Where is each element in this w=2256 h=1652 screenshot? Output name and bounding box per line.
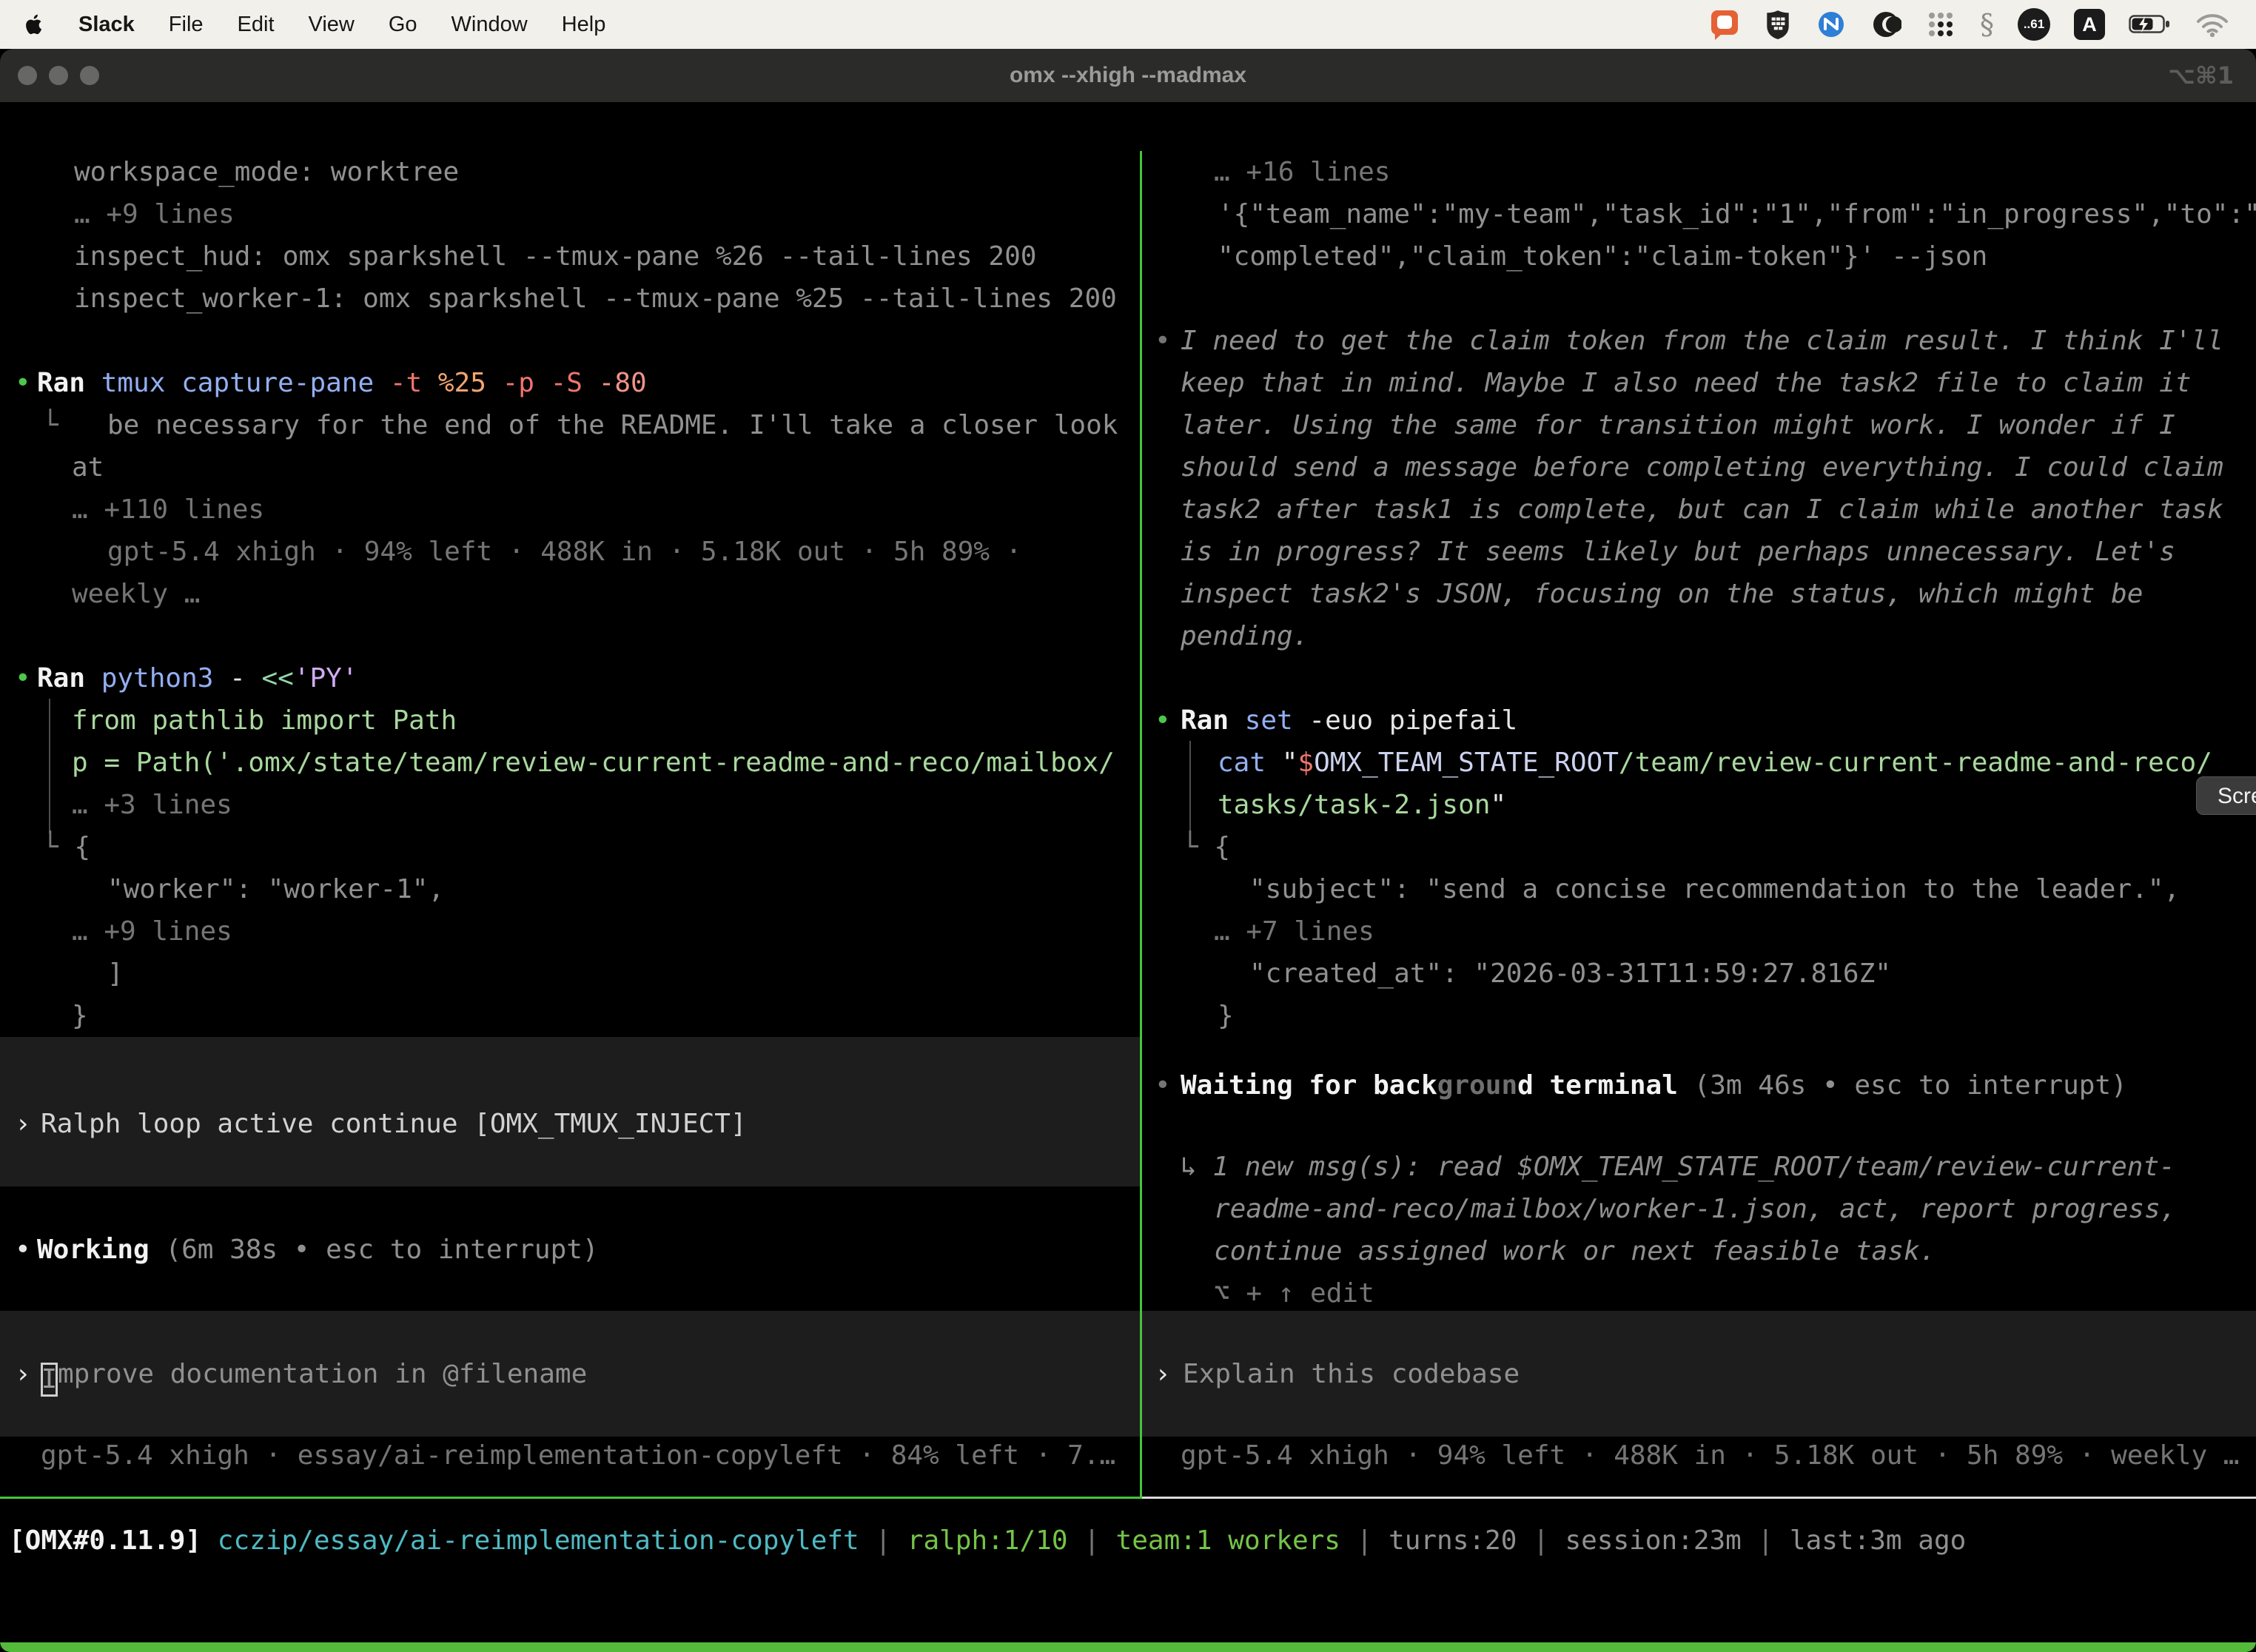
menu-item-help[interactable]: Help <box>562 13 606 37</box>
menu-bar-status-area: § ..61 A <box>1709 8 2229 41</box>
menu-item-window[interactable]: Window <box>451 13 528 37</box>
tmux-pane-divider[interactable] <box>1140 151 1142 1499</box>
terminal-line: •I need to get the claim token from the … <box>0 320 2256 362</box>
window-title: omx --xhigh --madmax <box>0 49 2256 102</box>
terminal-line: continue assigned work or next feasible … <box>0 1230 2256 1272</box>
tmux-status-bar: [omx-cczip0:bash* "MacBook-Pro-44.local"… <box>0 1642 2256 1652</box>
terminal-line: should send a message before completing … <box>0 446 2256 488</box>
menu-item-edit[interactable]: Edit <box>238 13 275 37</box>
tmux-session-label[interactable]: [omx-cczip0:bash* <box>6 1642 278 1652</box>
terminal-line: later. Using the same for transition mig… <box>0 404 2256 446</box>
terminal-line: cat "$OMX_TEAM_STATE_ROOT/team/review-cu… <box>0 742 2256 784</box>
terminal-line: … +7 lines <box>0 910 2256 953</box>
wifi-icon[interactable] <box>2195 12 2229 37</box>
terminal-line: inspect task2's JSON, focusing on the st… <box>0 573 2256 615</box>
percent-badge-icon[interactable]: ..61 <box>2018 8 2050 41</box>
terminal-line: is in progress? It seems likely but perh… <box>0 531 2256 573</box>
terminal-line: ›Explain this codebase <box>0 1353 2256 1395</box>
terminal-line: readme-and-reco/mailbox/worker-1.json, a… <box>0 1188 2256 1230</box>
terminal-line: ⌥ + ↑ edit <box>0 1272 2256 1314</box>
terminal-line: task2 after task1 is complete, but can I… <box>0 488 2256 531</box>
window-shortcut-badge: ⌥⌘1 <box>2168 49 2234 102</box>
terminal-window: omx --xhigh --madmax ⌥⌘1 workspace_mode:… <box>0 49 2256 1652</box>
terminal-line: •Ran python3 - <<'PY' <box>0 657 2256 699</box>
menu-item-go[interactable]: Go <box>389 13 417 37</box>
shield-icon[interactable] <box>1764 9 1792 40</box>
menu-app-name[interactable]: Slack <box>78 13 135 37</box>
terminal-line: •Ran set -euo pipefail <box>0 699 2256 742</box>
terminal-line: } <box>0 995 2256 1037</box>
menu-item-view[interactable]: View <box>309 13 355 37</box>
apple-menu-icon[interactable] <box>25 13 44 36</box>
terminal-line: [OMX#0.11.9] cczip/essay/ai-reimplementa… <box>0 1520 2256 1562</box>
terminal-line: "completed","claim_token":"claim-token"}… <box>0 235 2256 278</box>
terminal-line: inspect_worker-1: omx sparkshell --tmux-… <box>0 278 2256 320</box>
dots-grid-icon[interactable] <box>1925 9 1956 40</box>
keyboard-layout-icon[interactable]: A <box>2074 9 2105 40</box>
terminal-line: └ { <box>0 826 2256 868</box>
messenger-badge-icon[interactable] <box>1816 9 1847 40</box>
menu-item-file[interactable]: File <box>169 13 204 37</box>
screenshot-root: Slack File Edit View Go Window Help § ..61 A <box>0 0 2256 1652</box>
screen-tooltip: Scre <box>2196 776 2256 815</box>
terminal-line: ›Ralph loop active continue [OMX_TMUX_IN… <box>0 1103 2256 1145</box>
terminal-line: ↳ 1 new msg(s): read $OMX_TEAM_STATE_ROO… <box>0 1146 2256 1188</box>
terminal-line: •Waiting for background terminal (3m 46s… <box>0 1064 2256 1107</box>
squiggle-icon[interactable]: § <box>1980 8 1994 41</box>
terminal-line: … +16 lines <box>0 151 2256 193</box>
moon-focus-icon[interactable] <box>1870 9 1901 40</box>
left-pane-bottom-border <box>0 1497 1142 1499</box>
terminal-line: pending. <box>0 615 2256 657</box>
terminal-content: workspace_mode: worktree… +9 linesinspec… <box>0 151 2256 1652</box>
terminal-line: keep that in mind. Maybe I also need the… <box>0 362 2256 404</box>
terminal-line: gpt-5.4 xhigh · 94% left · 488K in · 5.1… <box>0 1434 2256 1477</box>
menu-bar: Slack File Edit View Go Window Help § ..61 A <box>0 0 2256 49</box>
right-pane-bottom-border <box>1142 1497 2256 1499</box>
terminal-line: tasks/task-2.json" <box>0 784 2256 826</box>
terminal-line: "subject": "send a concise recommendatio… <box>0 868 2256 910</box>
tmux-host-clock-label: "MacBook-Pro-44.local" 05:03 31-Mar-26 <box>1640 1642 2250 1652</box>
terminal-line: '{"team_name":"my-team","task_id":"1","f… <box>0 193 2256 235</box>
window-title-bar[interactable]: omx --xhigh --madmax ⌥⌘1 <box>0 49 2256 102</box>
terminal-line: "created_at": "2026-03-31T11:59:27.816Z" <box>0 953 2256 995</box>
battery-icon[interactable] <box>2129 13 2172 36</box>
chat-app-icon[interactable] <box>1709 8 1740 41</box>
